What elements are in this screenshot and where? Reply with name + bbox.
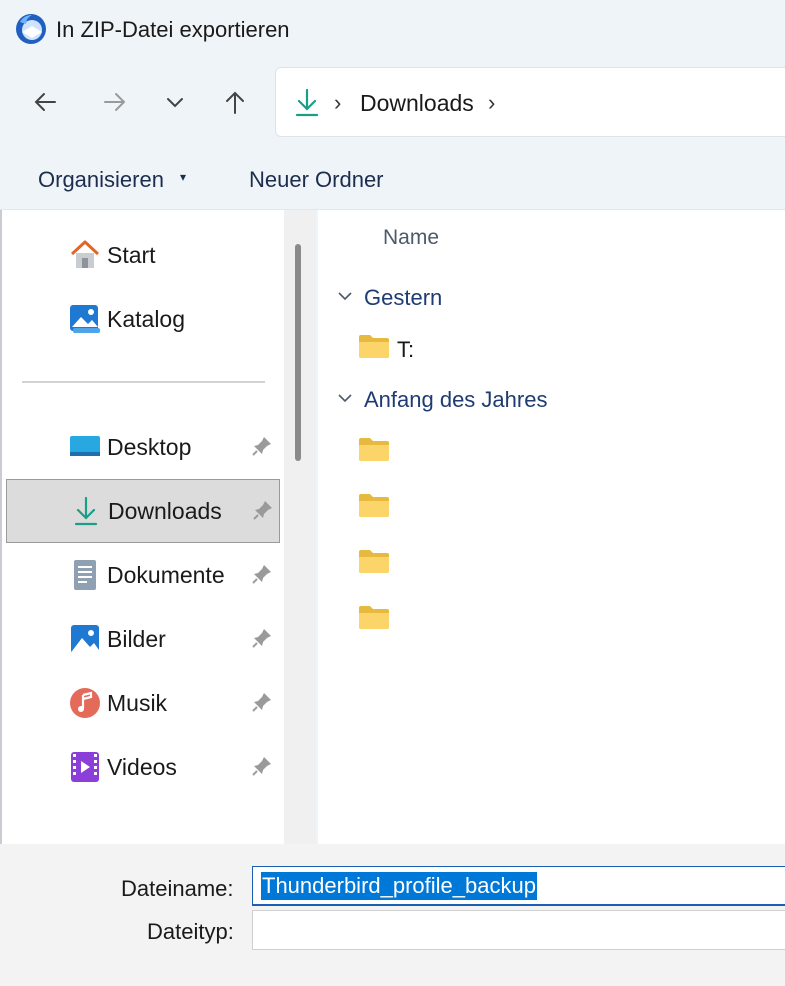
- sidebar-item-label: Desktop: [107, 434, 192, 460]
- back-button[interactable]: [25, 82, 65, 122]
- sidebar-item-musik[interactable]: Musik: [6, 672, 280, 736]
- sidebar-item-videos[interactable]: Videos: [6, 736, 280, 800]
- sidebar-item-label: Start: [107, 242, 156, 268]
- folder-icon[interactable]: [358, 548, 390, 574]
- pin-icon[interactable]: [251, 498, 275, 522]
- chevron-down-icon[interactable]: [336, 287, 354, 310]
- download-icon: [295, 88, 319, 117]
- filename-label: Dateiname:: [121, 876, 234, 901]
- folder-icon[interactable]: [358, 436, 390, 462]
- folder-icon[interactable]: [358, 604, 390, 630]
- pin-icon[interactable]: [250, 626, 274, 650]
- recent-locations-button[interactable]: [155, 82, 195, 122]
- documents-icon: [74, 560, 96, 590]
- group-header-anfang-des-jahres[interactable]: Anfang des Jahres: [364, 387, 547, 413]
- arrow-up-icon: [226, 91, 244, 114]
- up-button[interactable]: [215, 82, 255, 122]
- forward-button[interactable]: [95, 82, 135, 122]
- sidebar-item-label: Videos: [107, 754, 177, 780]
- column-header-name[interactable]: Name: [383, 226, 439, 250]
- pin-icon[interactable]: [250, 562, 274, 586]
- chevron-down-icon: [167, 98, 183, 108]
- filetype-label: Dateityp:: [147, 919, 234, 944]
- sidebar-item-start[interactable]: Start: [6, 224, 280, 288]
- folder-icon[interactable]: [358, 492, 390, 518]
- arrow-left-icon: [34, 93, 56, 111]
- address-bar[interactable]: › Downloads ›: [275, 67, 785, 137]
- sidebar-item-label: Downloads: [108, 498, 222, 524]
- folder-icon[interactable]: [358, 333, 390, 359]
- pictures-icon: [71, 625, 99, 653]
- thunderbird-icon: [16, 14, 46, 44]
- download-icon: [74, 496, 98, 526]
- gallery-icon: [70, 305, 100, 333]
- breadcrumb-downloads[interactable]: Downloads: [360, 90, 474, 117]
- breadcrumb-chevron-icon[interactable]: ›: [488, 90, 495, 116]
- sidebar-item-dokumente[interactable]: Dokumente: [6, 544, 280, 608]
- file-item-name[interactable]: T:: [397, 337, 414, 363]
- group-header-gestern[interactable]: Gestern: [364, 285, 442, 311]
- desktop-icon: [70, 436, 100, 456]
- new-folder-button[interactable]: Neuer Ordner: [249, 167, 384, 193]
- sidebar-item-downloads[interactable]: Downloads: [6, 479, 280, 543]
- caret-down-icon[interactable]: ▾: [180, 170, 186, 184]
- filename-input[interactable]: Thunderbird_profile_backup: [252, 866, 785, 906]
- videos-icon: [71, 752, 99, 782]
- sidebar-item-label: Katalog: [107, 306, 186, 332]
- filetype-select[interactable]: [252, 910, 785, 950]
- pin-icon[interactable]: [250, 434, 274, 458]
- window-title: In ZIP-Datei exportieren: [56, 17, 290, 42]
- breadcrumb-separator-icon: ›: [334, 90, 342, 115]
- arrow-right-icon: [104, 93, 126, 111]
- sidebar-item-label: Dokumente: [107, 562, 225, 588]
- home-icon: [70, 240, 100, 268]
- sidebar-item-label: Bilder: [107, 626, 166, 652]
- pin-icon[interactable]: [250, 690, 274, 714]
- sidebar-item-label: Musik: [107, 690, 168, 716]
- pin-icon[interactable]: [250, 754, 274, 778]
- sidebar-divider: [22, 381, 265, 383]
- sidebar-item-katalog[interactable]: Katalog: [6, 288, 280, 352]
- organize-button[interactable]: Organisieren: [38, 167, 164, 193]
- sidebar-item-bilder[interactable]: Bilder: [6, 608, 280, 672]
- chevron-down-icon[interactable]: [336, 389, 354, 412]
- filename-value: Thunderbird_profile_backup: [261, 872, 537, 900]
- scrollbar-thumb[interactable]: [295, 244, 301, 461]
- music-icon: [70, 688, 100, 718]
- sidebar-item-desktop[interactable]: Desktop: [6, 416, 280, 480]
